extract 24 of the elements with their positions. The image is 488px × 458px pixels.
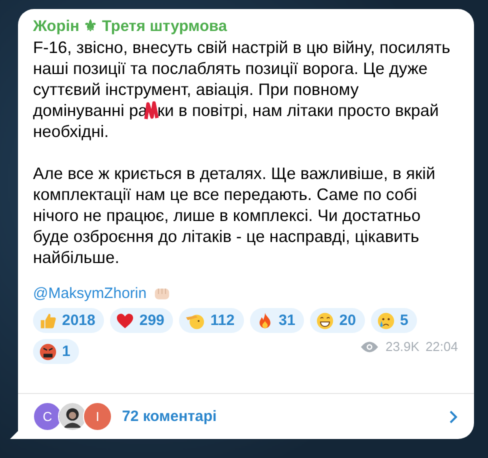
reaction-button[interactable]: 1 <box>33 339 80 364</box>
message-time: 22:04 <box>425 339 458 354</box>
chevron-right-icon[interactable] <box>449 410 458 424</box>
mention-link[interactable]: @MaksymZhorin <box>33 285 147 302</box>
thumbs-up-icon <box>39 312 57 330</box>
view-count: 23.9K <box>385 339 420 354</box>
reaction-button[interactable]: 299 <box>110 308 174 333</box>
reaction-button[interactable]: 20 <box>310 308 365 333</box>
reaction-button[interactable]: 5 <box>370 308 418 333</box>
reaction-button[interactable]: 112 <box>179 308 244 333</box>
heart-icon <box>116 312 134 330</box>
grinning-face-icon <box>316 312 334 330</box>
saluting-face-icon <box>185 312 206 330</box>
message-paragraph: Але все ж криється в деталях. Ще важливіше, в якій комплектації нам це все передають. Саме по собі нічого не працює, лише в комплексі. Чи достатньо буде озброєння до літаків - це насправді, цікавить найбільше. <box>33 163 436 268</box>
angry-face-icon <box>39 342 57 360</box>
crying-face-icon <box>376 312 395 330</box>
reaction-button[interactable]: 2018 <box>33 308 104 333</box>
reaction-button[interactable]: 31 <box>250 308 304 333</box>
eye-icon <box>360 340 380 352</box>
comments-link[interactable]: 72 коментарі <box>122 408 435 425</box>
fist-icon <box>152 286 171 302</box>
channel-name[interactable]: Жорін ⚜ Третя штурмова <box>33 17 458 36</box>
avatar: С <box>33 402 62 431</box>
avatar: І <box>83 402 112 431</box>
